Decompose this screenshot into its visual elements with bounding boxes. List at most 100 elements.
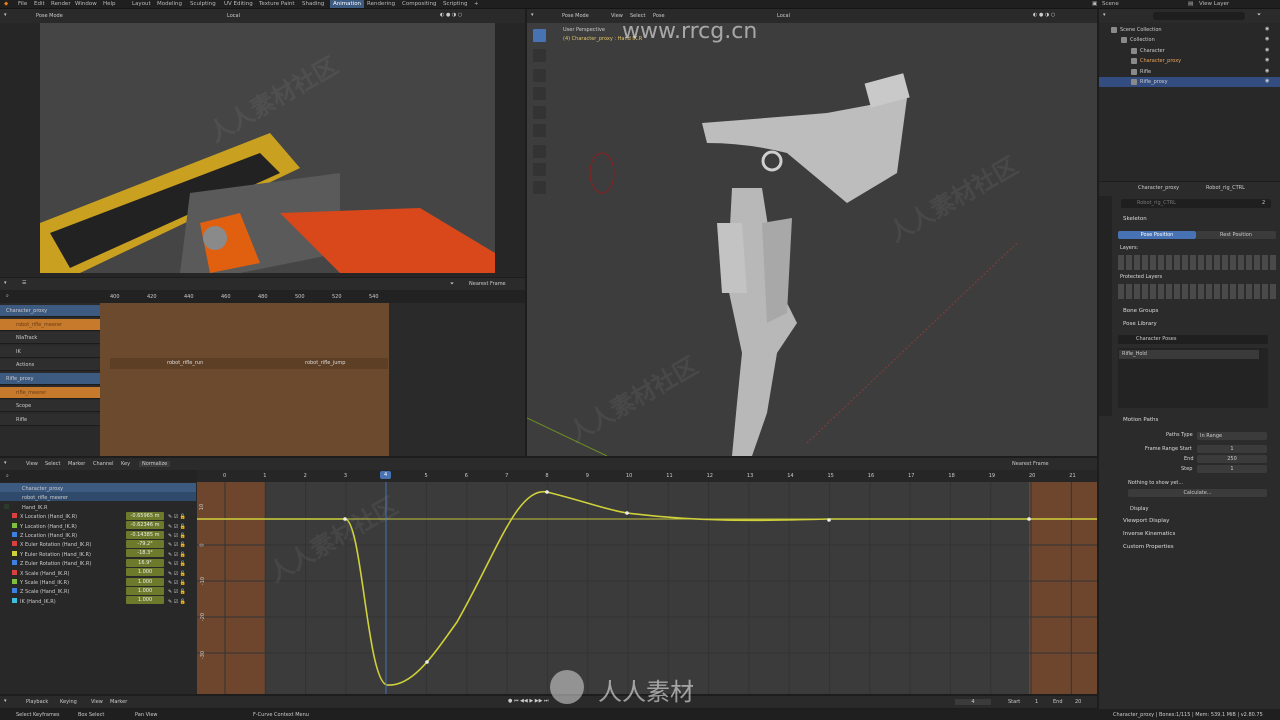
channel-value-field[interactable]: 1.000: [126, 596, 164, 605]
fcurve-channel[interactable]: X Location (Hand_IK.R) -0.65965 m ✎ ☑ 🔓: [0, 511, 196, 520]
blender-logo-icon[interactable]: ◆: [4, 0, 8, 8]
bone-groups-section[interactable]: Bone Groups: [1123, 308, 1158, 314]
timeline-menu-view[interactable]: View: [91, 699, 103, 705]
viewport-menu-view[interactable]: View: [611, 13, 623, 19]
move-tool-icon[interactable]: [533, 69, 546, 82]
editor-type-icon[interactable]: ▾: [1103, 12, 1106, 18]
nla-track-2[interactable]: NlaTrack: [0, 332, 100, 345]
channel-value-field[interactable]: -0.14385 m: [126, 530, 164, 539]
fcurve-channel[interactable]: X Scale (Hand_IK.R) 1.000 ✎ ☑ 🔓: [0, 568, 196, 577]
fcurve-channel[interactable]: Z Location (Hand_IK.R) -0.14385 m ✎ ☑ 🔓: [0, 530, 196, 539]
visibility-icon[interactable]: ◉: [1265, 68, 1269, 74]
measure-tool-icon[interactable]: [533, 163, 546, 176]
outliner-item[interactable]: Character ◉: [1099, 46, 1280, 56]
viewport-menu-pose[interactable]: Pose: [653, 13, 665, 19]
end-frame-field[interactable]: 20: [1075, 699, 1081, 705]
pose-list-item[interactable]: Rifle_Hold: [1119, 350, 1259, 359]
nla-track-4[interactable]: Actions: [0, 359, 100, 372]
inverse-kinematics-section[interactable]: Inverse Kinematics: [1123, 531, 1175, 537]
layer-grid[interactable]: [1118, 255, 1276, 270]
visibility-icon[interactable]: ◉: [1265, 78, 1269, 84]
editor-type-icon[interactable]: ▾: [531, 12, 534, 18]
rest-position-button[interactable]: Rest Position: [1196, 231, 1276, 239]
nla-track-1[interactable]: robot_rifle_meerer: [0, 318, 100, 331]
playback-controls[interactable]: ● ⏮ ◀◀ ▶ ▶▶ ⏭: [508, 698, 549, 704]
graph-menu-marker[interactable]: Marker: [68, 461, 85, 467]
workspace-tab-compositing[interactable]: Compositing: [402, 0, 436, 8]
pose-library-field[interactable]: Character Poses: [1118, 335, 1268, 344]
workspace-tab-sculpting[interactable]: Sculpting: [190, 0, 216, 8]
channel-value-field[interactable]: -0.65965 m: [126, 511, 164, 520]
visibility-icon[interactable]: ◉: [1265, 36, 1269, 42]
current-frame-field[interactable]: 4: [955, 699, 991, 705]
outliner-item[interactable]: Scene Collection ◉: [1099, 25, 1280, 35]
channel-value-field[interactable]: 16.9°: [126, 558, 164, 567]
editor-type-icon[interactable]: ▾: [4, 12, 7, 18]
fcurve-channel[interactable]: Character_proxy: [0, 483, 196, 492]
channel-value-field[interactable]: 1.000: [126, 577, 164, 586]
camera-mode-dropdown[interactable]: Pose Mode: [36, 13, 63, 19]
visibility-icon[interactable]: ◉: [1265, 47, 1269, 53]
workspace-tab-texture-paint[interactable]: Texture Paint: [259, 0, 295, 8]
search-icon[interactable]: ⌕: [6, 293, 9, 299]
channel-value-field[interactable]: -18.3°: [126, 549, 164, 558]
viewport-menu-select[interactable]: Select: [630, 13, 645, 19]
fcurve-channel[interactable]: Hand_IK.R: [0, 502, 196, 511]
workspace-tab-uv-editing[interactable]: UV Editing: [224, 0, 253, 8]
nla-track-5[interactable]: Rifle_proxy: [0, 373, 100, 385]
outliner-item[interactable]: Collection ◉: [1099, 35, 1280, 45]
normalize-toggle[interactable]: Normalize: [139, 461, 171, 467]
workspace-tab-scripting[interactable]: Scripting: [443, 0, 467, 8]
camera-view[interactable]: [0, 23, 525, 277]
graph-menu-view[interactable]: View: [26, 461, 38, 467]
nla-track-0[interactable]: Character_proxy: [0, 305, 100, 317]
fcurve-channel[interactable]: Y Euler Rotation (Hand_IK.R) -18.3° ✎ ☑ 🔓: [0, 549, 196, 558]
channel-value-field[interactable]: -0.62346 m: [126, 521, 164, 530]
annotate-tool-icon[interactable]: [533, 145, 546, 158]
scene-selector[interactable]: Scene: [1102, 0, 1119, 8]
transform-tool-icon[interactable]: [533, 124, 546, 137]
timeline-menu-marker[interactable]: Marker: [110, 699, 127, 705]
custom-properties-section[interactable]: Custom Properties: [1123, 544, 1174, 550]
nla-strip[interactable]: robot_rifle_run: [110, 358, 260, 369]
nla-strip[interactable]: robot_rifle_jump: [260, 358, 388, 369]
editor-type-icon[interactable]: ▾: [4, 280, 7, 286]
fcurve-channel[interactable]: Z Scale (Hand_IK.R) 1.000 ✎ ☑ 🔓: [0, 586, 196, 595]
bone-tool-icon[interactable]: [533, 181, 546, 194]
viewport-orientation-dropdown[interactable]: Local: [777, 13, 790, 19]
nla-snap-dropdown[interactable]: Nearest Frame: [469, 281, 506, 287]
visibility-icon[interactable]: ◉: [1265, 57, 1269, 63]
workspace-tab-layout[interactable]: Layout: [132, 0, 151, 8]
camera-orientation-dropdown[interactable]: Local: [227, 13, 240, 19]
frame-range-end-field[interactable]: 250: [1197, 455, 1267, 463]
graph-menu-channel[interactable]: Channel: [93, 461, 114, 467]
menu-render[interactable]: Render: [51, 0, 71, 8]
cursor-tool-icon[interactable]: [533, 49, 546, 62]
workspace-tab-rendering[interactable]: Rendering: [367, 0, 395, 8]
nla-track-3[interactable]: IK: [0, 345, 100, 358]
fcurve-channel[interactable]: Y Location (Hand_IK.R) -0.62346 m ✎ ☑ 🔓: [0, 521, 196, 530]
workspace-tab-shading[interactable]: Shading: [302, 0, 324, 8]
add-workspace-button[interactable]: +: [474, 0, 479, 8]
nla-track-8[interactable]: Rifle: [0, 413, 100, 426]
visibility-icon[interactable]: ◉: [1265, 26, 1269, 32]
graph-menu-key[interactable]: Key: [121, 461, 130, 467]
fcurve-channel[interactable]: Z Euler Rotation (Hand_IK.R) 16.9° ✎ ☑ 🔓: [0, 558, 196, 567]
menu-edit[interactable]: Edit: [34, 0, 45, 8]
frame-range-start-field[interactable]: 1: [1197, 445, 1267, 453]
viewport-display-section[interactable]: Viewport Display: [1123, 518, 1169, 524]
editor-type-icon[interactable]: ▾: [4, 698, 7, 704]
skeleton-section-header[interactable]: Skeleton: [1123, 216, 1147, 222]
channel-value-field[interactable]: -79.2°: [126, 539, 164, 548]
select-tool-icon[interactable]: [533, 29, 546, 42]
search-icon[interactable]: ⌕: [6, 473, 9, 479]
armature-datablock-field[interactable]: Robot_rig_CTRL 2: [1121, 199, 1271, 208]
step-field[interactable]: 1: [1197, 465, 1267, 473]
outliner-item[interactable]: Rifle ◉: [1099, 67, 1280, 77]
current-frame-indicator[interactable]: 4: [380, 471, 392, 479]
timeline-menu-playback[interactable]: Playback: [26, 699, 48, 705]
shading-buttons[interactable]: ◐ ● ◑ ○: [1033, 12, 1055, 18]
channel-value-field[interactable]: 1.000: [126, 568, 164, 577]
filter-icon[interactable]: ⏷: [1257, 12, 1261, 18]
nla-area[interactable]: Character_proxy robot_rifle_meerer NlaTrac…: [0, 303, 525, 456]
